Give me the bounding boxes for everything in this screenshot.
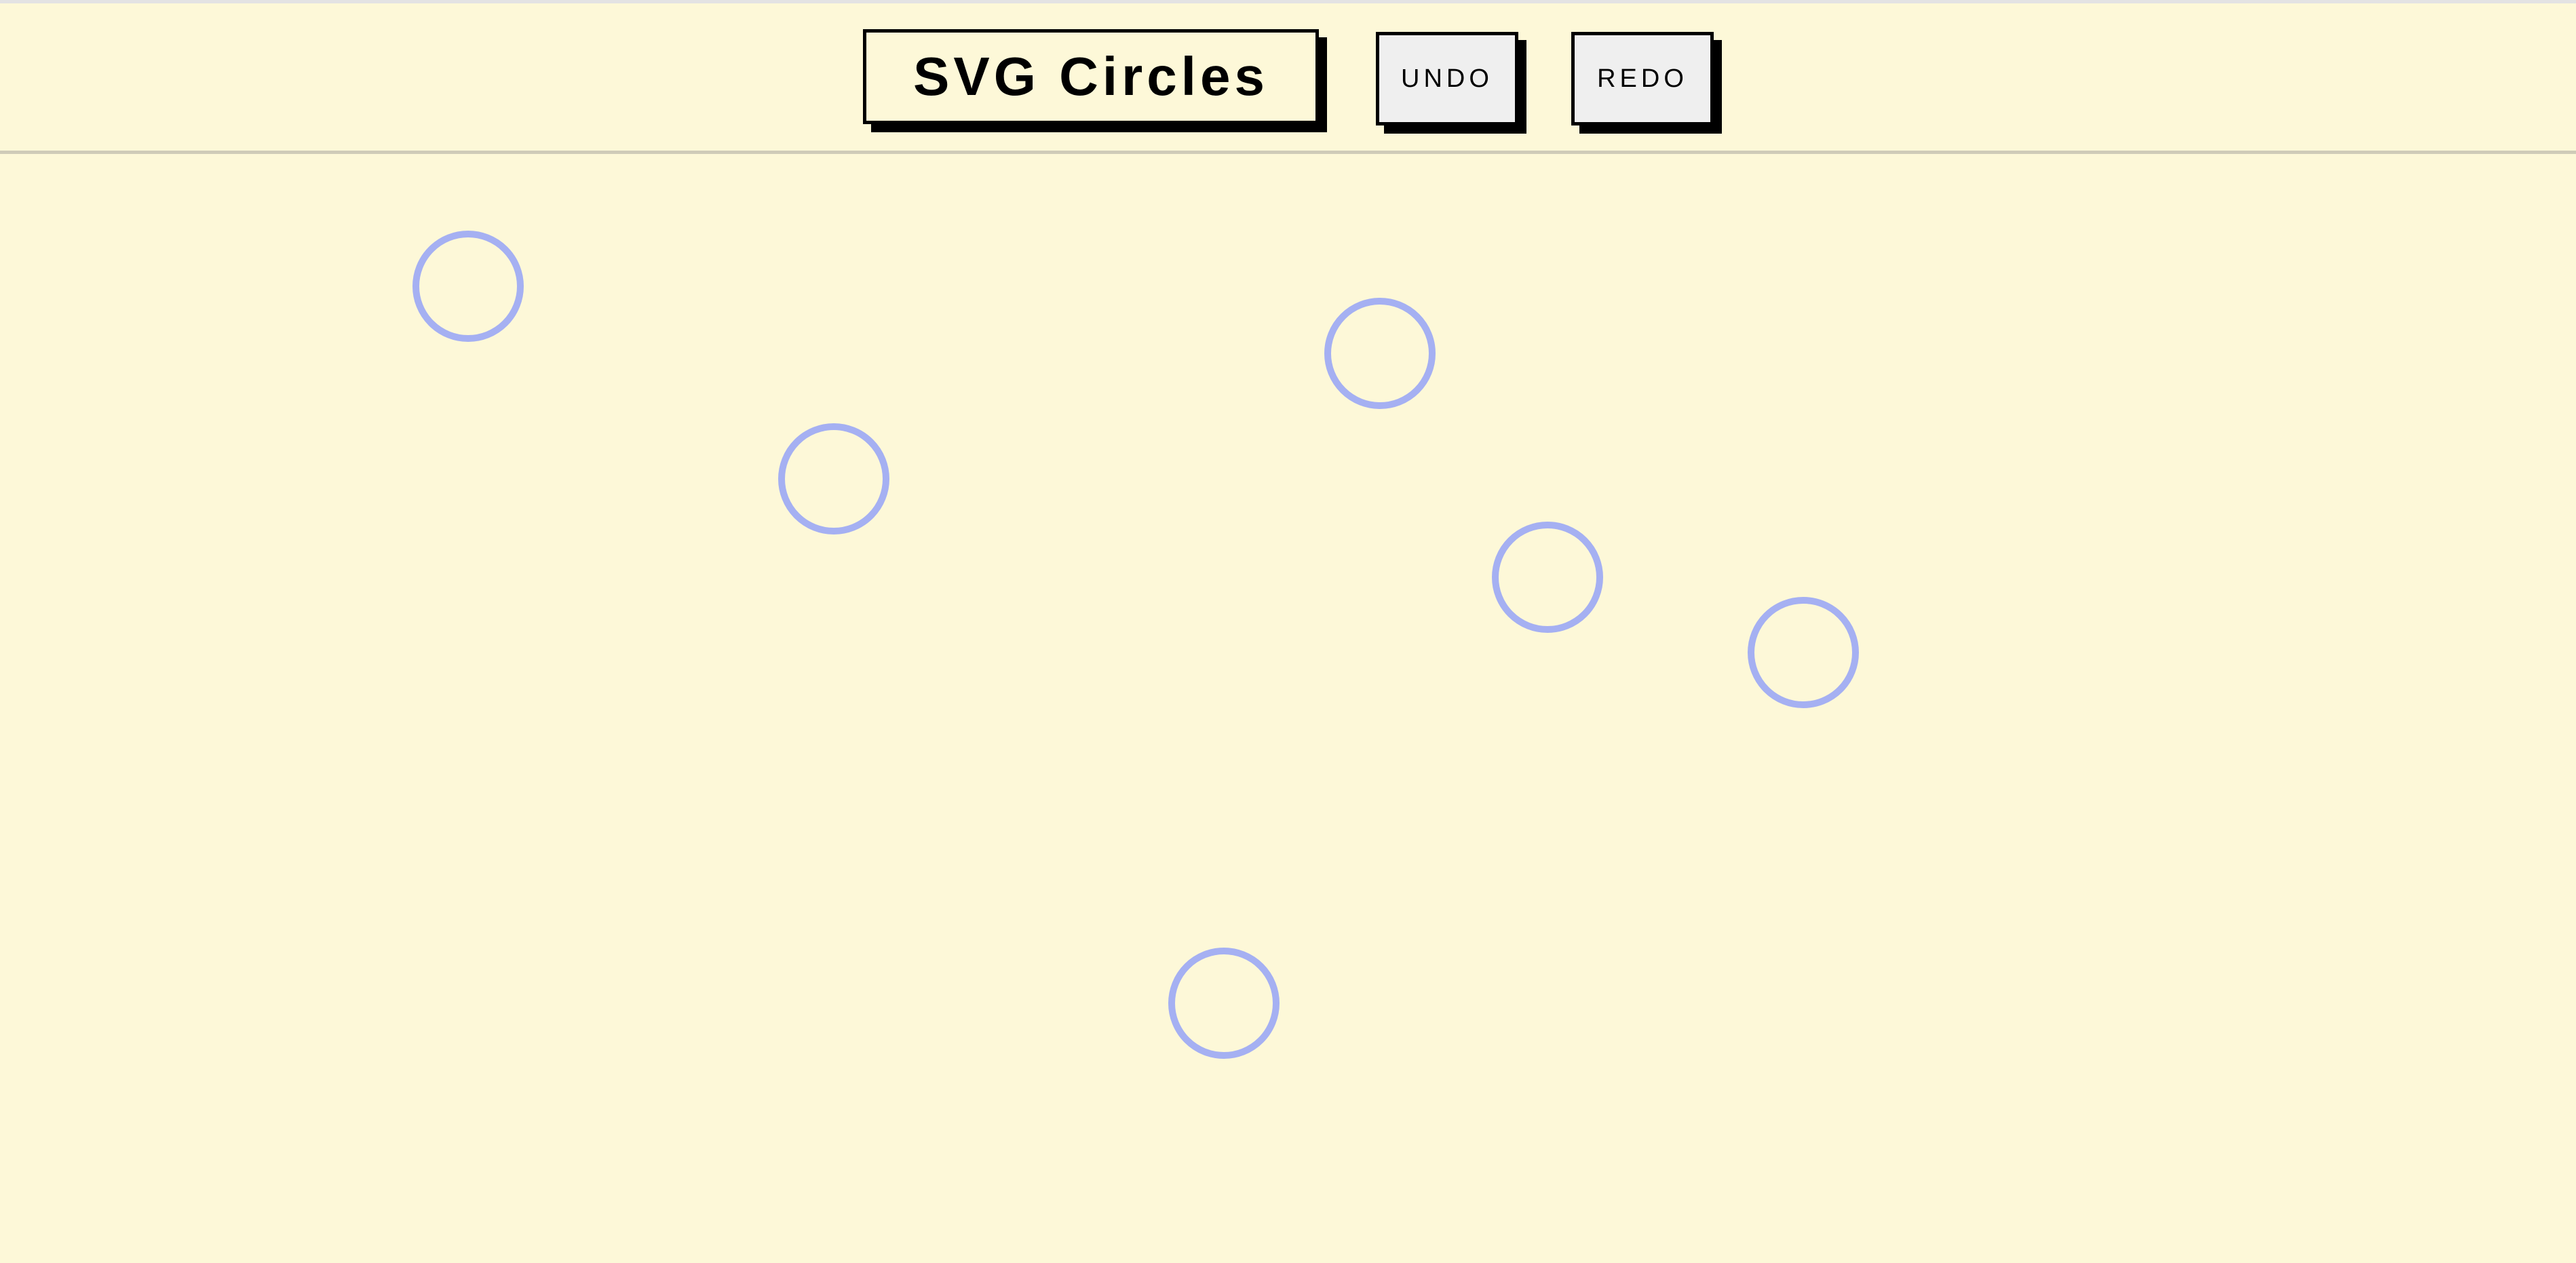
- drawing-canvas[interactable]: [0, 154, 2576, 1263]
- undo-button-label: UNDO: [1401, 64, 1493, 93]
- circle[interactable]: [1748, 597, 1859, 708]
- circle[interactable]: [1168, 948, 1280, 1059]
- undo-button[interactable]: UNDO: [1376, 32, 1518, 125]
- circle[interactable]: [1492, 522, 1603, 633]
- toolbar: SVG Circles UNDO REDO: [0, 3, 2576, 151]
- redo-button[interactable]: REDO: [1571, 32, 1714, 125]
- circle[interactable]: [778, 423, 889, 535]
- app-title: SVG Circles: [912, 46, 1269, 106]
- app-window: SVG Circles UNDO REDO: [0, 0, 2576, 1263]
- circle[interactable]: [412, 231, 524, 342]
- circle[interactable]: [1324, 298, 1436, 409]
- app-title-box: SVG Circles: [863, 29, 1319, 124]
- redo-button-label: REDO: [1597, 64, 1688, 93]
